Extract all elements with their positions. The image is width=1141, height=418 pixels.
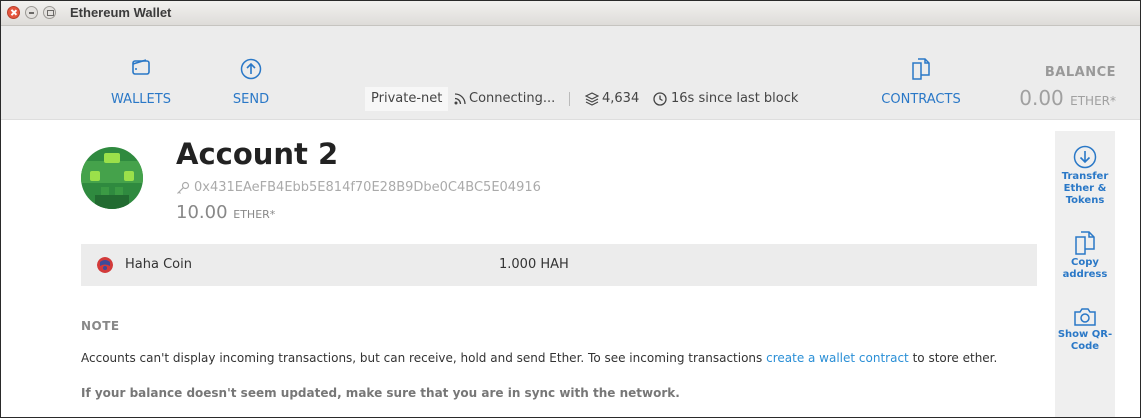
close-window-button[interactable] <box>7 6 20 19</box>
nav-wallets-label: WALLETS <box>111 92 171 107</box>
contracts-icon <box>912 58 930 80</box>
create-wallet-contract-link[interactable]: create a wallet contract <box>766 351 909 365</box>
last-block-time: 16s since last block <box>653 87 798 111</box>
status-divider <box>569 92 570 106</box>
note-text: Accounts can't display incoming transact… <box>81 351 997 365</box>
app-window: Ethereum Wallet WALLETS SEND Private-net <box>0 0 1141 418</box>
clock-icon <box>653 91 667 106</box>
balance-amount: 0.00 <box>1019 86 1064 110</box>
maximize-window-button[interactable] <box>43 6 56 19</box>
account-name: Account 2 <box>176 137 339 171</box>
show-qr-label: Show QR- Code <box>1057 329 1113 352</box>
balance-unit: ETHER* <box>1070 94 1116 108</box>
blocks-icon <box>584 91 600 106</box>
transfer-icon <box>1073 145 1097 169</box>
note-title: NOTE <box>81 319 120 333</box>
token-logo-icon <box>97 257 113 273</box>
wallet-icon <box>132 59 150 75</box>
block-count: 4,634 <box>584 87 640 111</box>
sync-warning: If your balance doesn't seem updated, ma… <box>81 386 680 400</box>
minimize-window-button[interactable] <box>25 6 38 19</box>
token-amount: 1.000 HAH <box>499 257 569 272</box>
account-balance: 10.00 ETHER* <box>176 202 275 223</box>
connection-status: Connecting... <box>453 87 555 111</box>
note-text-before: Accounts can't display incoming transact… <box>81 351 767 365</box>
last-block-text: 16s since last block <box>671 91 799 106</box>
copy-address-button[interactable]: Copy address <box>1055 231 1115 281</box>
window-title: Ethereum Wallet <box>70 5 172 20</box>
balance-value: 0.00 ETHER* <box>1019 86 1116 110</box>
account-address-text: 0x431EAeFB4Ebb5E814f70E28B9Dbe0C4BC5E049… <box>194 180 541 195</box>
nav-contracts-label: CONTRACTS <box>881 92 961 107</box>
network-name: Private-net <box>365 87 449 111</box>
note-text-after: to store ether. <box>908 351 998 365</box>
show-qr-code-button[interactable]: Show QR- Code <box>1055 307 1115 353</box>
title-bar: Ethereum Wallet <box>1 1 1140 26</box>
transfer-label: Transfer Ether & Tokens <box>1061 171 1109 206</box>
token-name: Haha Coin <box>125 257 192 272</box>
total-balance: BALANCE 0.00 ETHER* <box>1019 65 1116 110</box>
account-avatar <box>81 147 143 209</box>
account-balance-unit: ETHER* <box>233 208 276 221</box>
token-row[interactable]: Haha Coin 1.000 HAH <box>81 244 1037 286</box>
camera-icon <box>1074 308 1096 326</box>
copy-address-label: Copy address <box>1062 257 1108 280</box>
account-balance-amount: 10.00 <box>176 202 228 223</box>
nav-send-label: SEND <box>232 92 270 107</box>
balance-title: BALANCE <box>1044 65 1116 80</box>
key-icon <box>177 181 190 194</box>
account-address[interactable]: 0x431EAeFB4Ebb5E814f70E28B9Dbe0C4BC5E049… <box>176 180 541 195</box>
block-count-value: 4,634 <box>602 91 640 106</box>
copy-icon <box>1075 231 1095 255</box>
account-actions-sidebar: Transfer Ether & Tokens Copy address Sho… <box>1055 131 1115 417</box>
send-icon <box>240 58 262 80</box>
connecting-icon <box>454 92 466 104</box>
top-header: WALLETS SEND Private-net Connecting... 4… <box>1 26 1140 120</box>
connection-text: Connecting... <box>469 91 556 106</box>
transfer-ether-tokens-button[interactable]: Transfer Ether & Tokens <box>1055 145 1115 207</box>
